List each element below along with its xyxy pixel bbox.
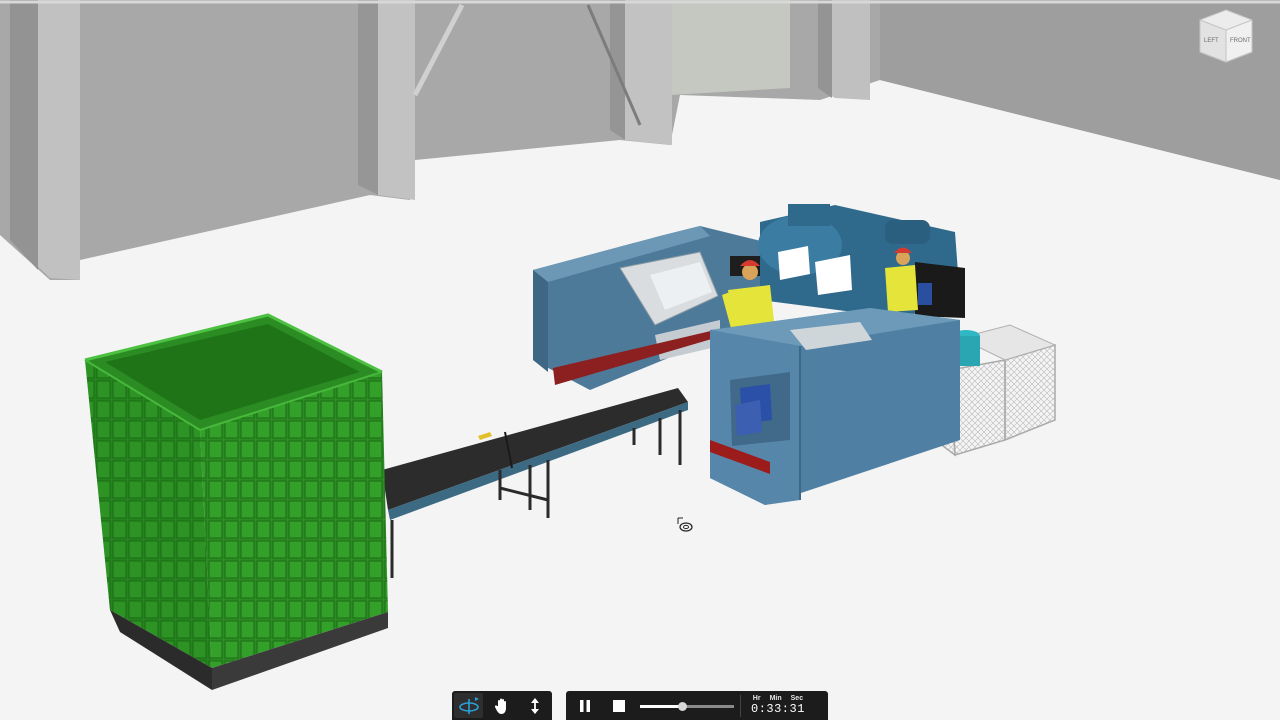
view-cube-front-label: FRONT [1230,38,1251,44]
green-container [84,313,388,690]
playback-slider[interactable] [640,699,734,713]
navigation-toolbar [452,691,552,720]
stop-button[interactable] [604,693,634,718]
view-cube-left-label: LEFT [1204,38,1219,44]
pause-button[interactable] [570,693,600,718]
slider-thumb[interactable] [678,701,688,711]
orbit-button[interactable] [454,693,484,718]
slider-fill [640,704,683,708]
factory-scene [0,0,1280,720]
divider [740,694,741,717]
pan-button[interactable] [487,693,516,718]
playback-toolbar: Hr Min Sec 0:33:31 [566,691,828,720]
zoom-button[interactable] [521,693,550,718]
stop-icon [613,699,625,712]
hand-icon [494,698,506,714]
elapsed-time: Hr Min Sec 0:33:31 [751,695,805,716]
orbit-icon [458,696,479,714]
pause-icon [580,699,590,712]
zoom-arrows-icon [531,697,540,714]
view-cube[interactable]: LEFT FRONT [1198,8,1254,64]
3d-viewport[interactable] [0,0,1280,720]
time-value: 0:33:31 [751,702,805,716]
